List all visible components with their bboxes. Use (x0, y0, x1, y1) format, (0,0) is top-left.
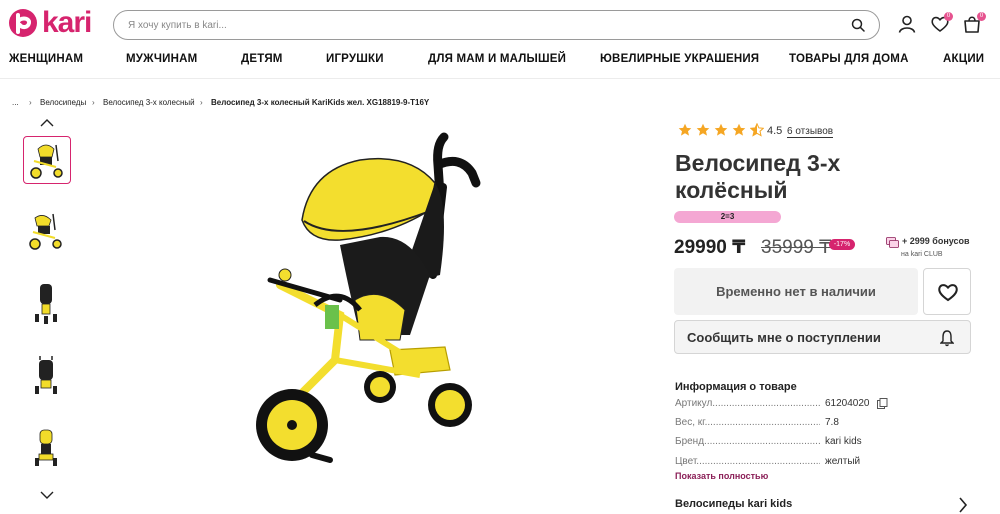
search-input[interactable] (128, 11, 828, 39)
product-info-title: Информация о товаре (675, 381, 797, 393)
notify-me-button[interactable]: Сообщить мне о поступлении (674, 320, 971, 354)
star-icon (714, 123, 728, 136)
kari-logo[interactable]: kari (8, 6, 92, 39)
discount-badge: -17% (829, 239, 855, 250)
star-icon (678, 123, 692, 136)
rating-stars[interactable] (678, 123, 768, 137)
info-label-weight: Вес, кг.................................… (675, 417, 820, 428)
old-price: 35999 ₸ (761, 237, 832, 258)
nav-item-kids[interactable]: ДЕТЯМ (241, 53, 283, 65)
nav-item-women[interactable]: ЖЕНЩИНАМ (9, 53, 83, 65)
thumbnail-5[interactable] (23, 424, 71, 472)
show-all-link[interactable]: Показать полностью (675, 471, 768, 481)
nav-item-men[interactable]: МУЖЧИНАМ (126, 53, 197, 65)
add-to-favorites-button[interactable] (923, 268, 971, 315)
availability-status: Временно нет в наличии (674, 268, 918, 315)
breadcrumb-item-tricycle[interactable]: Велосипед 3-х колесный (103, 98, 195, 107)
star-half-icon (750, 123, 764, 137)
chevron-right-icon: › (92, 98, 95, 107)
current-price: 29990 ₸ (674, 237, 746, 258)
series-link[interactable]: Велосипеды kari kids (675, 498, 792, 510)
tricycle-thumbnail-image (30, 144, 63, 179)
breadcrumb-ellipsis[interactable]: ... (12, 98, 19, 107)
breadcrumb-item-bikes[interactable]: Велосипеды (40, 98, 86, 107)
reviews-link[interactable]: 6 отзывов (787, 126, 834, 138)
nav-item-sales[interactable]: АКЦИИ (943, 53, 984, 65)
info-label-article: Артикул.................................… (675, 398, 820, 409)
notify-me-label: Сообщить мне о поступлении (687, 330, 881, 345)
chevron-right-icon: › (29, 98, 32, 107)
thumbnail-2[interactable] (23, 208, 71, 256)
search-icon[interactable] (851, 18, 865, 32)
breadcrumb-current: Велосипед 3-х колесный KariKids жел. XG1… (211, 98, 430, 107)
user-icon[interactable] (897, 14, 917, 34)
info-value-brand: kari kids (825, 436, 862, 447)
kari-logo-icon (9, 9, 37, 37)
nav-item-jewelry[interactable]: ЮВЕЛИРНЫЕ УКРАШЕНИЯ (600, 53, 759, 65)
info-value-weight: 7.8 (825, 417, 839, 428)
copy-icon[interactable] (877, 398, 888, 409)
info-value-color: желтый (825, 456, 861, 467)
chevron-right-icon[interactable] (958, 497, 968, 513)
bell-icon (940, 330, 954, 347)
nav-divider (0, 78, 1000, 79)
cart-badge: 0 (977, 12, 986, 21)
product-title: Велосипед 3-х колёсный (675, 150, 841, 203)
search-bar[interactable] (113, 10, 880, 40)
nav-item-toys[interactable]: ИГРУШКИ (326, 53, 384, 65)
chevron-up-icon[interactable] (40, 118, 54, 128)
tricycle-thumbnail-image (35, 356, 57, 394)
bonus-club-label: на kari CLUB (901, 251, 943, 258)
nav-item-home[interactable]: ТОВАРЫ ДЛЯ ДОМА (789, 53, 909, 65)
thumbnail-4[interactable] (23, 352, 71, 400)
chevron-right-icon: › (200, 98, 203, 107)
info-value-article: 61204020 (825, 398, 870, 409)
promo-badge[interactable]: 2=3 (674, 211, 781, 223)
info-label-brand: Бренд...................................… (675, 436, 820, 447)
thumbnail-3[interactable] (23, 280, 71, 328)
product-main-image[interactable] (240, 125, 520, 470)
thumbnail-1[interactable] (23, 136, 71, 184)
logo-text: kari (42, 6, 92, 39)
bonus-card-icon (886, 237, 899, 248)
tricycle-thumbnail-image (29, 213, 62, 250)
rating-value: 4.5 (767, 125, 783, 137)
star-icon (696, 123, 710, 136)
tricycle-thumbnail-image (35, 429, 57, 466)
tricycle-thumbnail-image (35, 284, 57, 324)
star-icon (732, 123, 746, 136)
nav-item-moms-babies[interactable]: ДЛЯ МАМ И МАЛЫШЕЙ (428, 53, 566, 65)
heart-icon (938, 284, 958, 302)
bonus-amount: + 2999 бонусов (902, 236, 970, 246)
favorites-badge: 0 (944, 12, 953, 21)
chevron-down-icon[interactable] (40, 490, 54, 500)
header: kari 0 0 (0, 0, 1000, 48)
info-label-color: Цвет....................................… (675, 456, 820, 467)
